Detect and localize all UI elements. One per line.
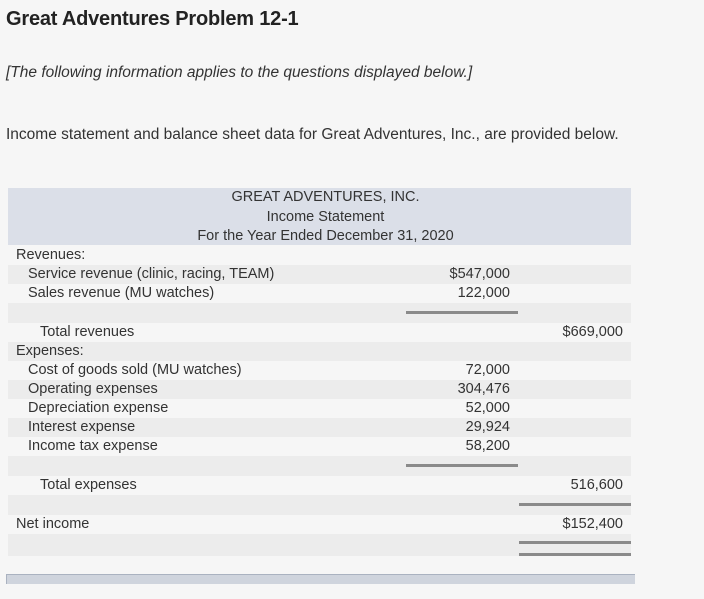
row-label: Interest expense <box>28 419 136 435</box>
info-note: [The following information applies to th… <box>6 64 473 81</box>
expenses-heading-row: Expenses: <box>8 342 631 361</box>
subtotal-underline <box>406 464 518 467</box>
row-label: Sales revenue (MU watches) <box>28 285 215 301</box>
net-income-label: Net income <box>16 516 90 532</box>
row-amount: 122,000 <box>457 285 510 301</box>
row-amount: 304,476 <box>457 381 510 397</box>
total-expenses-amount: 516,600 <box>570 477 623 493</box>
table-row: Interest expense 29,924 <box>8 418 631 437</box>
double-underline-bottom <box>519 553 631 556</box>
total-revenues-row: Total revenues $669,000 <box>8 323 631 342</box>
row-label: Service revenue (clinic, racing, TEAM) <box>28 266 275 282</box>
double-underline-top <box>519 541 631 544</box>
total-expenses-row: Total expenses 516,600 <box>8 476 631 495</box>
revenues-heading-row: Revenues: <box>8 246 631 265</box>
row-label: Cost of goods sold (MU watches) <box>28 362 242 378</box>
row-amount: $547,000 <box>449 266 510 282</box>
statement-name: Income Statement <box>266 208 385 225</box>
row-amount: 72,000 <box>465 362 510 378</box>
spacer-row <box>8 303 631 323</box>
statement-header: GREAT ADVENTURES, INC. Income Statement … <box>8 188 631 245</box>
page-title: Great Adventures Problem 12-1 <box>6 8 299 30</box>
row-amount: 58,200 <box>465 438 510 454</box>
total-revenues-label: Total revenues <box>40 324 135 340</box>
row-amount: 29,924 <box>465 419 510 435</box>
statement-period: For the Year Ended December 31, 2020 <box>197 228 454 244</box>
row-amount: 52,000 <box>465 400 510 416</box>
revenues-label: Revenues: <box>16 247 86 263</box>
subtotal-underline <box>406 311 518 314</box>
total-underline <box>519 503 631 506</box>
table-footer-bar <box>6 574 635 584</box>
table-row: Sales revenue (MU watches) 122,000 <box>8 284 631 303</box>
net-income-row: Net income $152,400 <box>8 515 631 534</box>
table-row: Operating expenses 304,476 <box>8 380 631 399</box>
table-row: Depreciation expense 52,000 <box>8 399 631 418</box>
expenses-label: Expenses: <box>16 343 84 359</box>
table-row: Cost of goods sold (MU watches) 72,000 <box>8 361 631 380</box>
row-label: Operating expenses <box>28 381 158 397</box>
spacer-row <box>8 456 631 476</box>
total-revenues-amount: $669,000 <box>562 324 623 340</box>
row-label: Depreciation expense <box>28 400 169 416</box>
table-row: Income tax expense 58,200 <box>8 437 631 456</box>
intro-text: Income statement and balance sheet data … <box>6 126 619 143</box>
company-name: GREAT ADVENTURES, INC. <box>231 189 420 205</box>
row-label: Income tax expense <box>28 438 158 454</box>
table-row: Service revenue (clinic, racing, TEAM) $… <box>8 265 631 284</box>
total-expenses-label: Total expenses <box>40 477 137 493</box>
net-income-amount: $152,400 <box>562 516 623 532</box>
